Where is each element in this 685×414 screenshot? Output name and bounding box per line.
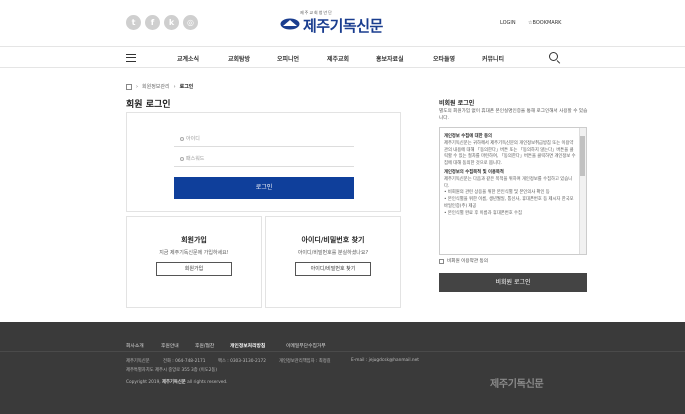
facebook-icon[interactable]: f xyxy=(145,15,160,30)
signup-button[interactable]: 회원가입 xyxy=(156,262,232,276)
footer-company: 제주기독신문 xyxy=(126,359,150,364)
breadcrumb-parent[interactable]: 회원정보관리 xyxy=(142,83,170,90)
find-account-button[interactable]: 아이디/비밀번호 찾기 xyxy=(295,262,371,276)
nav-item[interactable]: 오피니언 xyxy=(277,54,299,63)
id-field[interactable]: 아이디 xyxy=(174,131,354,147)
login-button[interactable]: 로그인 xyxy=(174,177,354,199)
login-link[interactable]: LOGIN xyxy=(500,20,516,26)
footer-link[interactable]: 개인정보처리방침 xyxy=(230,342,265,349)
page-title: 회원 로그인 xyxy=(126,100,171,110)
footer-logo: 제주기독신문 xyxy=(490,379,544,390)
twitter-icon[interactable]: t xyxy=(126,15,141,30)
guest-login-button[interactable]: 비회원 로그인 xyxy=(439,273,587,292)
social-links: t f k ◎ xyxy=(126,15,198,30)
footer xyxy=(0,322,685,414)
breadcrumb: › 회원정보관리 › 로그인 xyxy=(126,83,193,90)
home-icon[interactable] xyxy=(126,83,132,90)
footer-link[interactable]: 후원안내 xyxy=(161,342,179,349)
footer-link[interactable]: 후원/협찬 xyxy=(195,342,214,349)
copyright-suffix: all rights reserved. xyxy=(187,380,228,385)
terms-text: 제주기독신문는 다음과 같은 목적을 위하여 개인정보를 수집하고 있습니다. xyxy=(444,176,573,189)
footer-address: 제주특별자치도 제주시 중앙로 355 3층 (이도2동) xyxy=(126,368,218,373)
lock-icon xyxy=(180,156,184,161)
terms-bullet: • 본인식별 완료 후 이름과 휴대폰번호 수집 xyxy=(444,210,522,216)
copyright-name: 제주기독신문 xyxy=(162,380,186,385)
scrollbar-thumb[interactable] xyxy=(580,136,585,176)
footer-fax: 팩스 : 0303-3130-2172 xyxy=(218,359,266,364)
site-logo[interactable]: 제주기독신문 xyxy=(303,15,383,36)
menu-icon[interactable] xyxy=(126,54,136,62)
id-placeholder: 아이디 xyxy=(186,136,200,142)
nav-item[interactable]: 교계소식 xyxy=(177,54,199,63)
top-bar: t f k ◎ 제주교회청년단 제주기독신문 LOGIN ☆BOOKMARK xyxy=(0,0,685,46)
user-icon xyxy=(180,136,184,141)
agree-row: 비회원 이용약관 동의 xyxy=(439,258,488,264)
nav-item[interactable]: 커뮤니티 xyxy=(482,54,504,63)
signup-title: 회원가입 xyxy=(181,236,207,244)
footer-manager: 개인정보관리책임자 : 최정길 xyxy=(279,359,331,364)
footer-email: E-mail : jejugdcsk@hanmail.net xyxy=(351,358,419,363)
bookmark-link[interactable]: ☆BOOKMARK xyxy=(528,20,561,26)
terms-scrollbar[interactable] xyxy=(579,128,586,254)
footer-tel: 전화 : 064-748-2171 xyxy=(163,359,206,364)
footer-link[interactable]: 회사소개 xyxy=(126,342,144,349)
find-title: 아이디/비밀번호 찾기 xyxy=(301,236,365,244)
nav-item[interactable]: 오타들영 xyxy=(433,54,455,63)
logo-emblem-icon[interactable] xyxy=(280,18,300,30)
breadcrumb-separator: › xyxy=(136,83,138,90)
guest-login-desc: 별도의 회원가입 없이 휴대폰 본인실명인증을 통해 로그인해서 사용할 수 있… xyxy=(439,109,588,121)
terms-heading: 개인정보의 수집목적 및 이용목적 xyxy=(444,169,504,175)
nav-item[interactable]: 홍보자료실 xyxy=(376,54,404,63)
main-nav: 교계소식 교회탐방 오피니언 제주교회 홍보자료실 오타들영 커뮤니티 xyxy=(0,46,685,68)
kakao-icon[interactable]: k xyxy=(164,15,179,30)
nav-item[interactable]: 제주교회 xyxy=(327,54,349,63)
nav-item[interactable]: 교회탐방 xyxy=(228,54,250,63)
signup-desc: 지금 제주기독신문에 가입하세요! xyxy=(159,250,229,256)
terms-box[interactable]: 개인정보 수집에 대한 동의 제주기독신문는 귀하께서 제주기독신문의 개인정보… xyxy=(439,127,587,255)
terms-bullet: • 본인식별을 위한 이름, 생년월일, 통신사, 휴대폰번호 등 제시자 한국… xyxy=(444,197,574,209)
password-field[interactable]: 패스워드 xyxy=(174,151,354,167)
find-desc: 아이디/비밀번호를 분실하셨나요? xyxy=(297,250,369,256)
find-account-box: 아이디/비밀번호 찾기 아이디/비밀번호를 분실하셨나요? 아이디/비밀번호 찾… xyxy=(265,216,401,308)
breadcrumb-separator: › xyxy=(173,83,176,90)
terms-text: 제주기독신문는 귀하께서 제주기독신문의 개인정보취급방침 또는 이용약관의 내… xyxy=(444,140,576,167)
copyright-prefix: Copyright 2019, xyxy=(126,380,161,385)
agree-checkbox[interactable] xyxy=(439,258,444,264)
agree-label[interactable]: 비회원 이용약관 동의 xyxy=(447,258,488,264)
instagram-icon[interactable]: ◎ xyxy=(183,15,198,30)
search-icon[interactable] xyxy=(549,52,558,61)
terms-heading: 개인정보 수집에 대한 동의 xyxy=(444,134,492,139)
footer-copyright: Copyright 2019, 제주기독신문 all rights reserv… xyxy=(126,379,227,385)
footer-divider xyxy=(0,351,685,352)
signup-box: 회원가입 지금 제주기독신문에 가입하세요! 회원가입 xyxy=(126,216,262,308)
password-placeholder: 패스워드 xyxy=(186,156,205,162)
breadcrumb-current: 로그인 xyxy=(179,84,194,90)
login-form: 아이디 패스워드 로그인 xyxy=(126,112,401,212)
footer-link[interactable]: 이메일무단수집거부 xyxy=(286,342,326,349)
guest-login-title: 비회원 로그인 xyxy=(439,100,475,107)
